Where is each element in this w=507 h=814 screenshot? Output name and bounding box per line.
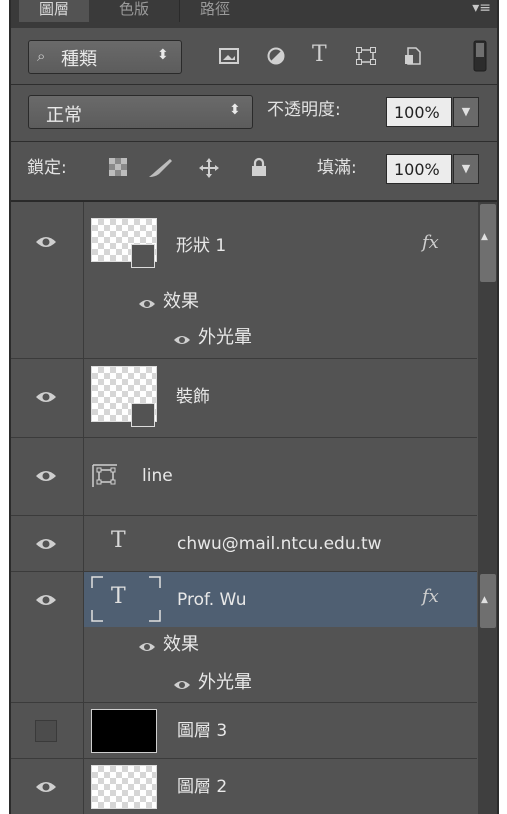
vector-mask-icon — [131, 403, 155, 427]
type-layer-frame-icon — [91, 576, 161, 626]
visibility-cell[interactable] — [11, 202, 84, 358]
layers-panel: 圖層 色版 路徑 ▾≡ ⌕ 種類 ⬍ T 正常 ⬍ 不透明度: 100% ▼ 鎖… — [9, 0, 499, 814]
blend-row: 正常 ⬍ 不透明度: 100% ▼ — [11, 85, 497, 142]
layer-row[interactable]: T chwu@mail.ntcu.edu.tw — [11, 516, 477, 572]
layer-row[interactable]: 裝飾 — [11, 359, 477, 438]
blend-mode-label: 正常 — [46, 105, 82, 126]
lock-all-icon[interactable] — [251, 157, 267, 182]
select-arrows-icon: ⬍ — [229, 102, 241, 118]
tab-layers[interactable]: 圖層 — [19, 0, 89, 22]
fill-dropdown-icon[interactable]: ▼ — [453, 154, 479, 184]
visibility-cell[interactable] — [11, 516, 84, 571]
visibility-cell[interactable] — [11, 703, 84, 758]
effects-label: 效果 — [163, 634, 199, 655]
layer-name[interactable]: 裝飾 — [176, 385, 210, 409]
expand-effects-arrow-icon[interactable]: ▲ — [481, 232, 488, 242]
layer-name[interactable]: chwu@mail.ntcu.edu.tw — [177, 532, 382, 556]
layer-name[interactable]: 圖層 3 — [177, 719, 227, 743]
shape-filter-icon[interactable] — [356, 47, 376, 70]
scrollbar-thumb[interactable] — [480, 204, 496, 282]
blend-mode-select[interactable]: 正常 ⬍ — [28, 95, 253, 129]
filter-kind-label: 種類 — [61, 49, 97, 70]
visibility-cell[interactable] — [11, 359, 84, 437]
eye-icon[interactable] — [35, 389, 57, 405]
layer-name[interactable]: line — [142, 464, 173, 488]
layer-row[interactable]: line — [11, 438, 477, 516]
fill-label: 填滿: — [317, 158, 357, 178]
type-layer-icon: T — [111, 528, 126, 553]
image-filter-icon[interactable] — [219, 47, 239, 70]
fx-icon[interactable]: fx — [422, 232, 439, 253]
effect-outer-glow[interactable]: 外光暈 — [198, 326, 252, 350]
visibility-cell[interactable] — [11, 759, 84, 814]
layer-name[interactable]: Prof. Wu — [177, 588, 247, 612]
opacity-dropdown-icon[interactable]: ▼ — [453, 97, 479, 127]
search-icon: ⌕ — [37, 47, 46, 65]
type-layer-icon: T — [111, 584, 126, 609]
effects-label: 效果 — [163, 291, 199, 312]
tab-channels[interactable]: 色版 — [99, 0, 169, 22]
eye-icon[interactable] — [138, 640, 156, 654]
eye-icon[interactable] — [173, 678, 191, 692]
filter-toggle-icon[interactable] — [473, 40, 487, 77]
vector-mask-icon — [131, 244, 155, 268]
layer-row-selected[interactable]: T Prof. Wu fx 效果 外光暈 — [11, 572, 477, 703]
fill-input[interactable]: 100% — [386, 154, 452, 184]
expand-effects-arrow-icon[interactable]: ▲ — [481, 595, 488, 605]
lock-image-pixels-icon[interactable] — [147, 158, 173, 183]
layer-name[interactable]: 形狀 1 — [176, 234, 226, 258]
eye-icon[interactable] — [173, 333, 191, 347]
visibility-off-box[interactable] — [35, 720, 57, 742]
visibility-cell[interactable] — [11, 572, 84, 702]
eye-icon[interactable] — [35, 592, 57, 608]
layer-row[interactable]: 圖層 3 — [11, 703, 477, 759]
filter-row: ⌕ 種類 ⬍ T — [11, 28, 497, 85]
layer-row[interactable]: 形狀 1 fx 效果 外光暈 — [11, 202, 477, 359]
fx-icon[interactable]: fx — [422, 586, 439, 607]
smart-object-filter-icon[interactable] — [404, 47, 422, 70]
tab-paths[interactable]: 路徑 — [179, 0, 250, 22]
shape-layer-icon — [91, 464, 119, 492]
panel-menu-icon[interactable]: ▾≡ — [472, 0, 491, 18]
adjustment-filter-icon[interactable] — [267, 47, 285, 70]
effect-outer-glow[interactable]: 外光暈 — [198, 671, 252, 695]
visibility-cell[interactable] — [11, 438, 84, 515]
opacity-input[interactable]: 100% — [386, 97, 452, 127]
eye-icon[interactable] — [35, 536, 57, 552]
type-filter-icon[interactable]: T — [312, 44, 327, 66]
lock-label: 鎖定: — [27, 158, 67, 178]
opacity-label: 不透明度: — [267, 100, 341, 120]
layer-name[interactable]: 圖層 2 — [177, 775, 227, 799]
layer-thumbnail — [91, 709, 157, 753]
select-arrows-icon: ⬍ — [157, 47, 169, 63]
tab-bar: 圖層 色版 路徑 ▾≡ — [11, 0, 497, 28]
eye-icon[interactable] — [138, 297, 156, 311]
lock-position-icon[interactable] — [199, 158, 219, 183]
lock-row: 鎖定: 填滿: 100% ▼ — [11, 142, 497, 202]
eye-icon[interactable] — [35, 468, 57, 484]
layers-scrollbar[interactable]: ▲ ▲ — [478, 202, 497, 814]
eye-icon[interactable] — [35, 234, 57, 250]
eye-icon[interactable] — [35, 779, 57, 795]
layer-row[interactable]: 圖層 2 — [11, 759, 477, 814]
filter-kind-select[interactable]: ⌕ 種類 ⬍ — [28, 40, 182, 74]
layer-thumbnail — [91, 765, 157, 809]
lock-transparent-pixels-icon[interactable] — [109, 158, 127, 181]
